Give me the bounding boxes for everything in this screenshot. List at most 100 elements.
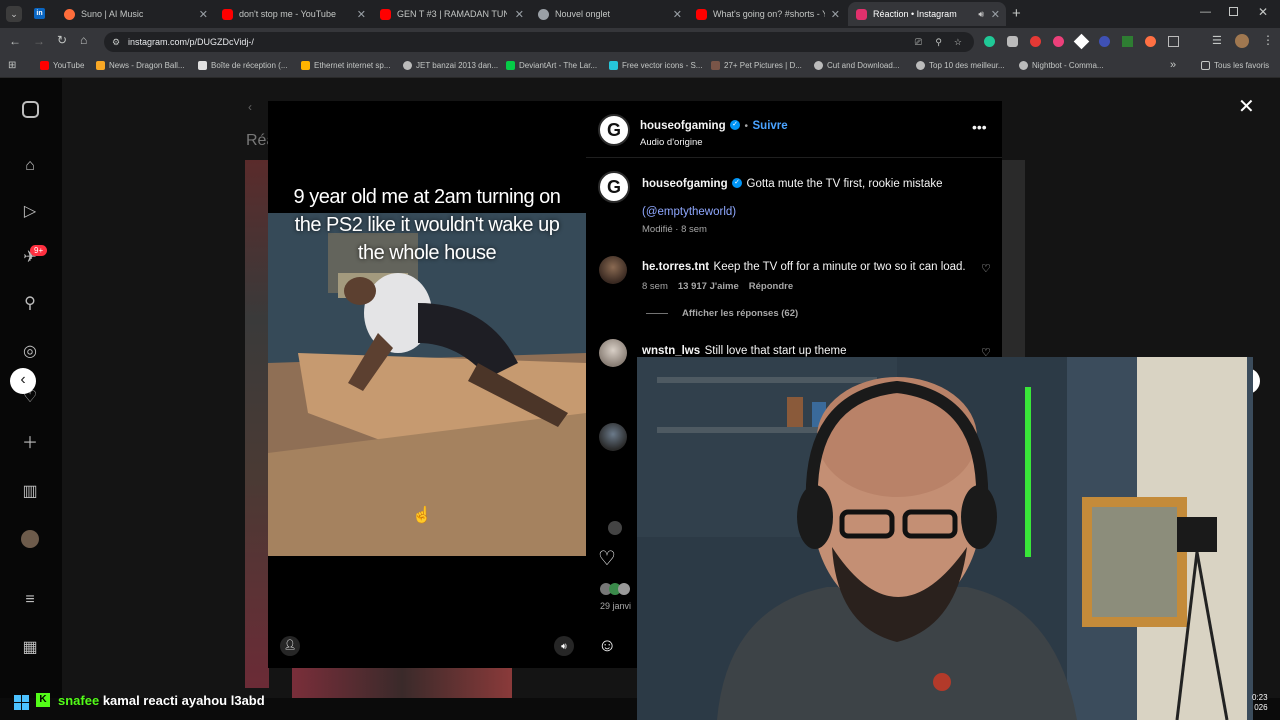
comment-likes[interactable]: 13 917 J'aime bbox=[678, 281, 739, 292]
close-window-button[interactable]: ✕ bbox=[1258, 5, 1268, 19]
extension-icon[interactable] bbox=[1073, 33, 1090, 50]
like-comment-icon[interactable]: ♡ bbox=[981, 262, 991, 275]
instagram-logo-icon[interactable] bbox=[20, 100, 40, 120]
site-info-icon[interactable]: ⚙ bbox=[112, 32, 120, 52]
camera-extension-icon[interactable] bbox=[1007, 36, 1018, 47]
tab-instagram[interactable]: Réaction • Instagram 🔊︎ ✕ bbox=[848, 2, 1006, 26]
youtube-icon bbox=[222, 8, 233, 20]
linkedin-icon[interactable]: in bbox=[34, 8, 45, 19]
close-tab-icon[interactable]: ✕ bbox=[357, 8, 366, 21]
windows-start-icon[interactable] bbox=[14, 695, 29, 710]
caption-text: Gotta mute the TV first, rookie mistake bbox=[746, 178, 943, 190]
address-bar[interactable]: ⚙ instagram.com/p/DUGZDcVidj-/ ⎚ ⚲ ☆ bbox=[104, 32, 974, 52]
close-tab-icon[interactable]: ✕ bbox=[515, 8, 524, 21]
bookmark-cut-download[interactable]: Cut and Download... bbox=[814, 61, 900, 70]
chat-overlay: snafee kamal reacti ayahou l3abd bbox=[58, 693, 265, 708]
bookmark-ethernet[interactable]: Ethernet internet sp... bbox=[301, 61, 391, 70]
profile-avatar[interactable] bbox=[21, 530, 39, 548]
tab-suno[interactable]: Suno | AI Music ✕ bbox=[56, 2, 214, 26]
tab-youtube-3[interactable]: What's going on? #shorts - You ✕ bbox=[688, 2, 846, 26]
menu-dots-icon[interactable]: ⋮ bbox=[1262, 33, 1274, 47]
audio-toggle-icon[interactable]: 🔊︎ bbox=[554, 636, 574, 656]
also-from-meta-icon[interactable]: ▦ bbox=[20, 638, 40, 658]
bg-post-thumbnail bbox=[1002, 160, 1025, 360]
extension-icon[interactable] bbox=[984, 36, 995, 47]
author-avatar[interactable]: G bbox=[598, 114, 630, 146]
bookmark-pets[interactable]: 27+ Pet Pictures | D... bbox=[711, 61, 802, 70]
tagged-users-icon[interactable]: 👤︎ bbox=[280, 636, 300, 656]
reels-icon[interactable]: ▷ bbox=[20, 202, 40, 222]
view-replies[interactable]: Afficher les réponses (62) bbox=[646, 308, 972, 319]
close-tab-icon[interactable]: ✕ bbox=[991, 8, 1000, 21]
close-tab-icon[interactable]: ✕ bbox=[831, 8, 840, 21]
extension-icons[interactable] bbox=[984, 33, 1179, 50]
caption-author-avatar[interactable]: G bbox=[598, 171, 630, 203]
minimize-button[interactable]: — bbox=[1200, 6, 1211, 18]
audio-label[interactable]: Audio d'origine bbox=[640, 137, 788, 148]
reload-icon[interactable]: ↻ bbox=[57, 33, 67, 47]
comment-avatar[interactable] bbox=[599, 423, 627, 451]
globe-icon bbox=[1019, 61, 1028, 70]
comment-username[interactable]: wnstn_lws bbox=[642, 345, 700, 357]
author-username[interactable]: houseofgaming bbox=[640, 120, 726, 132]
emoji-icon[interactable]: ☺ bbox=[598, 635, 616, 656]
extension-icon[interactable] bbox=[1145, 36, 1156, 47]
comment-avatar[interactable] bbox=[599, 339, 627, 367]
reel-video[interactable]: 9 year old me at 2am turning on the PS2 … bbox=[268, 101, 586, 668]
video-caption-text: 9 year old me at 2am turning on the PS2 … bbox=[293, 186, 561, 264]
reply-button[interactable]: Répondre bbox=[749, 281, 793, 292]
create-icon[interactable]: ＋ bbox=[20, 434, 40, 454]
close-tab-icon[interactable]: ✕ bbox=[673, 8, 682, 21]
clock-time: 0:23 bbox=[1252, 693, 1268, 702]
close-modal-icon[interactable]: ✕ bbox=[1238, 94, 1255, 119]
more-options-icon[interactable]: ••• bbox=[972, 119, 987, 135]
caption-username[interactable]: houseofgaming bbox=[642, 178, 728, 190]
extension-icon[interactable] bbox=[1099, 36, 1110, 47]
all-bookmarks[interactable]: Tous les favoris bbox=[1201, 61, 1269, 70]
install-icon[interactable]: ⎚ bbox=[915, 32, 922, 52]
zoom-icon[interactable]: ⚲ bbox=[935, 32, 942, 52]
bookmark-jet[interactable]: JET banzai 2013 dan... bbox=[403, 61, 498, 70]
more-menu-icon[interactable]: ≡ bbox=[20, 590, 40, 610]
extension-icon[interactable] bbox=[1053, 36, 1064, 47]
profile-avatar[interactable] bbox=[1235, 34, 1249, 48]
like-post-icon[interactable]: ♡ bbox=[598, 546, 616, 571]
forward-icon[interactable]: → bbox=[33, 34, 45, 48]
tab-youtube-2[interactable]: GEN T #3 | RAMADAN TUNISIA✕ bbox=[372, 2, 530, 26]
previous-post-button[interactable]: ‹ bbox=[10, 368, 36, 394]
new-tab-button[interactable]: + bbox=[1012, 5, 1021, 22]
bookmark-star-icon[interactable]: ☆ bbox=[954, 32, 962, 52]
extension-icon[interactable] bbox=[1030, 36, 1041, 47]
home-icon[interactable]: ⌂ bbox=[20, 156, 40, 176]
speaker-icon[interactable]: 🔊︎ bbox=[978, 9, 984, 20]
explore-icon[interactable]: ◎ bbox=[20, 342, 40, 362]
tab-youtube-1[interactable]: don't stop me - YouTube ✕ bbox=[214, 2, 372, 26]
likers-avatars[interactable] bbox=[600, 583, 636, 595]
bookmark-top10[interactable]: Top 10 des meilleur... bbox=[916, 61, 1005, 70]
tab-new-tab[interactable]: Nouvel onglet ✕ bbox=[530, 2, 688, 26]
bookmark-youtube[interactable]: YouTube bbox=[40, 61, 84, 70]
comment-avatar[interactable] bbox=[599, 256, 627, 284]
apps-icon[interactable]: ⊞ bbox=[8, 60, 16, 71]
panel-divider bbox=[586, 157, 1002, 158]
bookmark-dragonball[interactable]: News - Dragon Ball... bbox=[96, 61, 185, 70]
bookmark-deviantart[interactable]: DeviantArt - The Lar... bbox=[506, 61, 597, 70]
dashboard-icon[interactable]: ▥ bbox=[20, 482, 40, 502]
follow-button[interactable]: Suivre bbox=[753, 120, 788, 132]
media-icon[interactable]: ☰ bbox=[1212, 34, 1222, 47]
close-tab-icon[interactable]: ✕ bbox=[199, 8, 208, 21]
home-icon[interactable]: ⌂ bbox=[80, 33, 87, 47]
extension-icon[interactable] bbox=[1122, 36, 1133, 47]
search-icon[interactable]: ⚲ bbox=[20, 294, 40, 314]
bookmarks-overflow-icon[interactable]: » bbox=[1170, 59, 1176, 71]
bookmark-nightbot[interactable]: Nightbot - Comma... bbox=[1019, 61, 1104, 70]
caption-mention[interactable]: (@emptytheworld) bbox=[642, 206, 982, 218]
comment-username[interactable]: he.torres.tnt bbox=[642, 261, 709, 273]
tab-search-icon[interactable]: ⌄ bbox=[6, 6, 22, 22]
puzzle-icon[interactable] bbox=[1168, 36, 1179, 47]
restore-button[interactable] bbox=[1229, 7, 1238, 16]
bookmark-inbox[interactable]: Boîte de réception (... bbox=[198, 61, 288, 70]
bookmark-vector-icons[interactable]: Free vector icons - S... bbox=[609, 61, 702, 70]
comment-avatar-small[interactable] bbox=[608, 521, 622, 535]
back-icon[interactable]: ← bbox=[9, 34, 21, 48]
